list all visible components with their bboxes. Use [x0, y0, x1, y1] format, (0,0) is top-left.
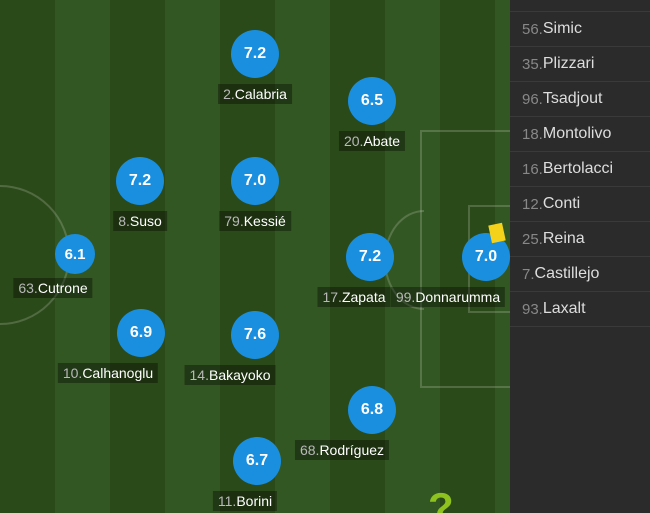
substitute-item[interactable]: 12. Conti	[510, 187, 650, 222]
rating-bubble: 7.2	[346, 233, 394, 281]
substitute-item[interactable]: 93. Laxalt	[510, 292, 650, 327]
substitute-item[interactable]: 18. Montolivo	[510, 117, 650, 152]
rating-bubble: 7.2	[116, 157, 164, 205]
substitute-item[interactable]: 25. Reina	[510, 222, 650, 257]
player-label: 79.Kessié	[219, 211, 291, 231]
player-label: 99.Donnarumma	[390, 287, 506, 307]
rating-bubble: 6.1	[55, 234, 95, 274]
player-label: 20.Abate	[338, 131, 406, 151]
substitute-item[interactable]: 7. Castillejo	[510, 257, 650, 292]
player-label: 14.Bakayoko	[184, 365, 276, 385]
substitutes-list: 56. Simic 35. Plizzari 96. Tsadjout 18. Mont…	[510, 0, 650, 513]
substitute-item[interactable]: 56. Simic	[510, 12, 650, 47]
player-label: 68.Rodríguez	[294, 440, 390, 460]
rating-bubble: 7.2	[231, 30, 279, 78]
rating-bubble: 6.7	[233, 437, 281, 485]
player-label: 63.Cutrone	[13, 278, 93, 298]
substitute-item[interactable]: 16. Bertolacci	[510, 152, 650, 187]
player-label: 11.Borini	[212, 491, 278, 511]
rating-bubble: 6.8	[348, 386, 396, 434]
rating-bubble: 7.6	[231, 311, 279, 359]
player-label: 2.Calabria	[218, 84, 292, 104]
rating-bubble: 6.5	[348, 77, 396, 125]
substitute-item[interactable]: 96. Tsadjout	[510, 82, 650, 117]
rating-bubble: 7.0	[231, 157, 279, 205]
help-logo-icon: ?	[428, 484, 454, 513]
player-label: 8.Suso	[113, 211, 167, 231]
substitute-item[interactable]: 35. Plizzari	[510, 47, 650, 82]
pitch: 7.2 2.Calabria 6.5 20.Abate 7.2 8.Suso 7…	[0, 0, 510, 513]
player-label: 17.Zapata	[317, 287, 391, 307]
list-item	[510, 0, 650, 12]
player-label: 10.Calhanoglu	[57, 363, 159, 383]
rating-bubble: 6.9	[117, 309, 165, 357]
